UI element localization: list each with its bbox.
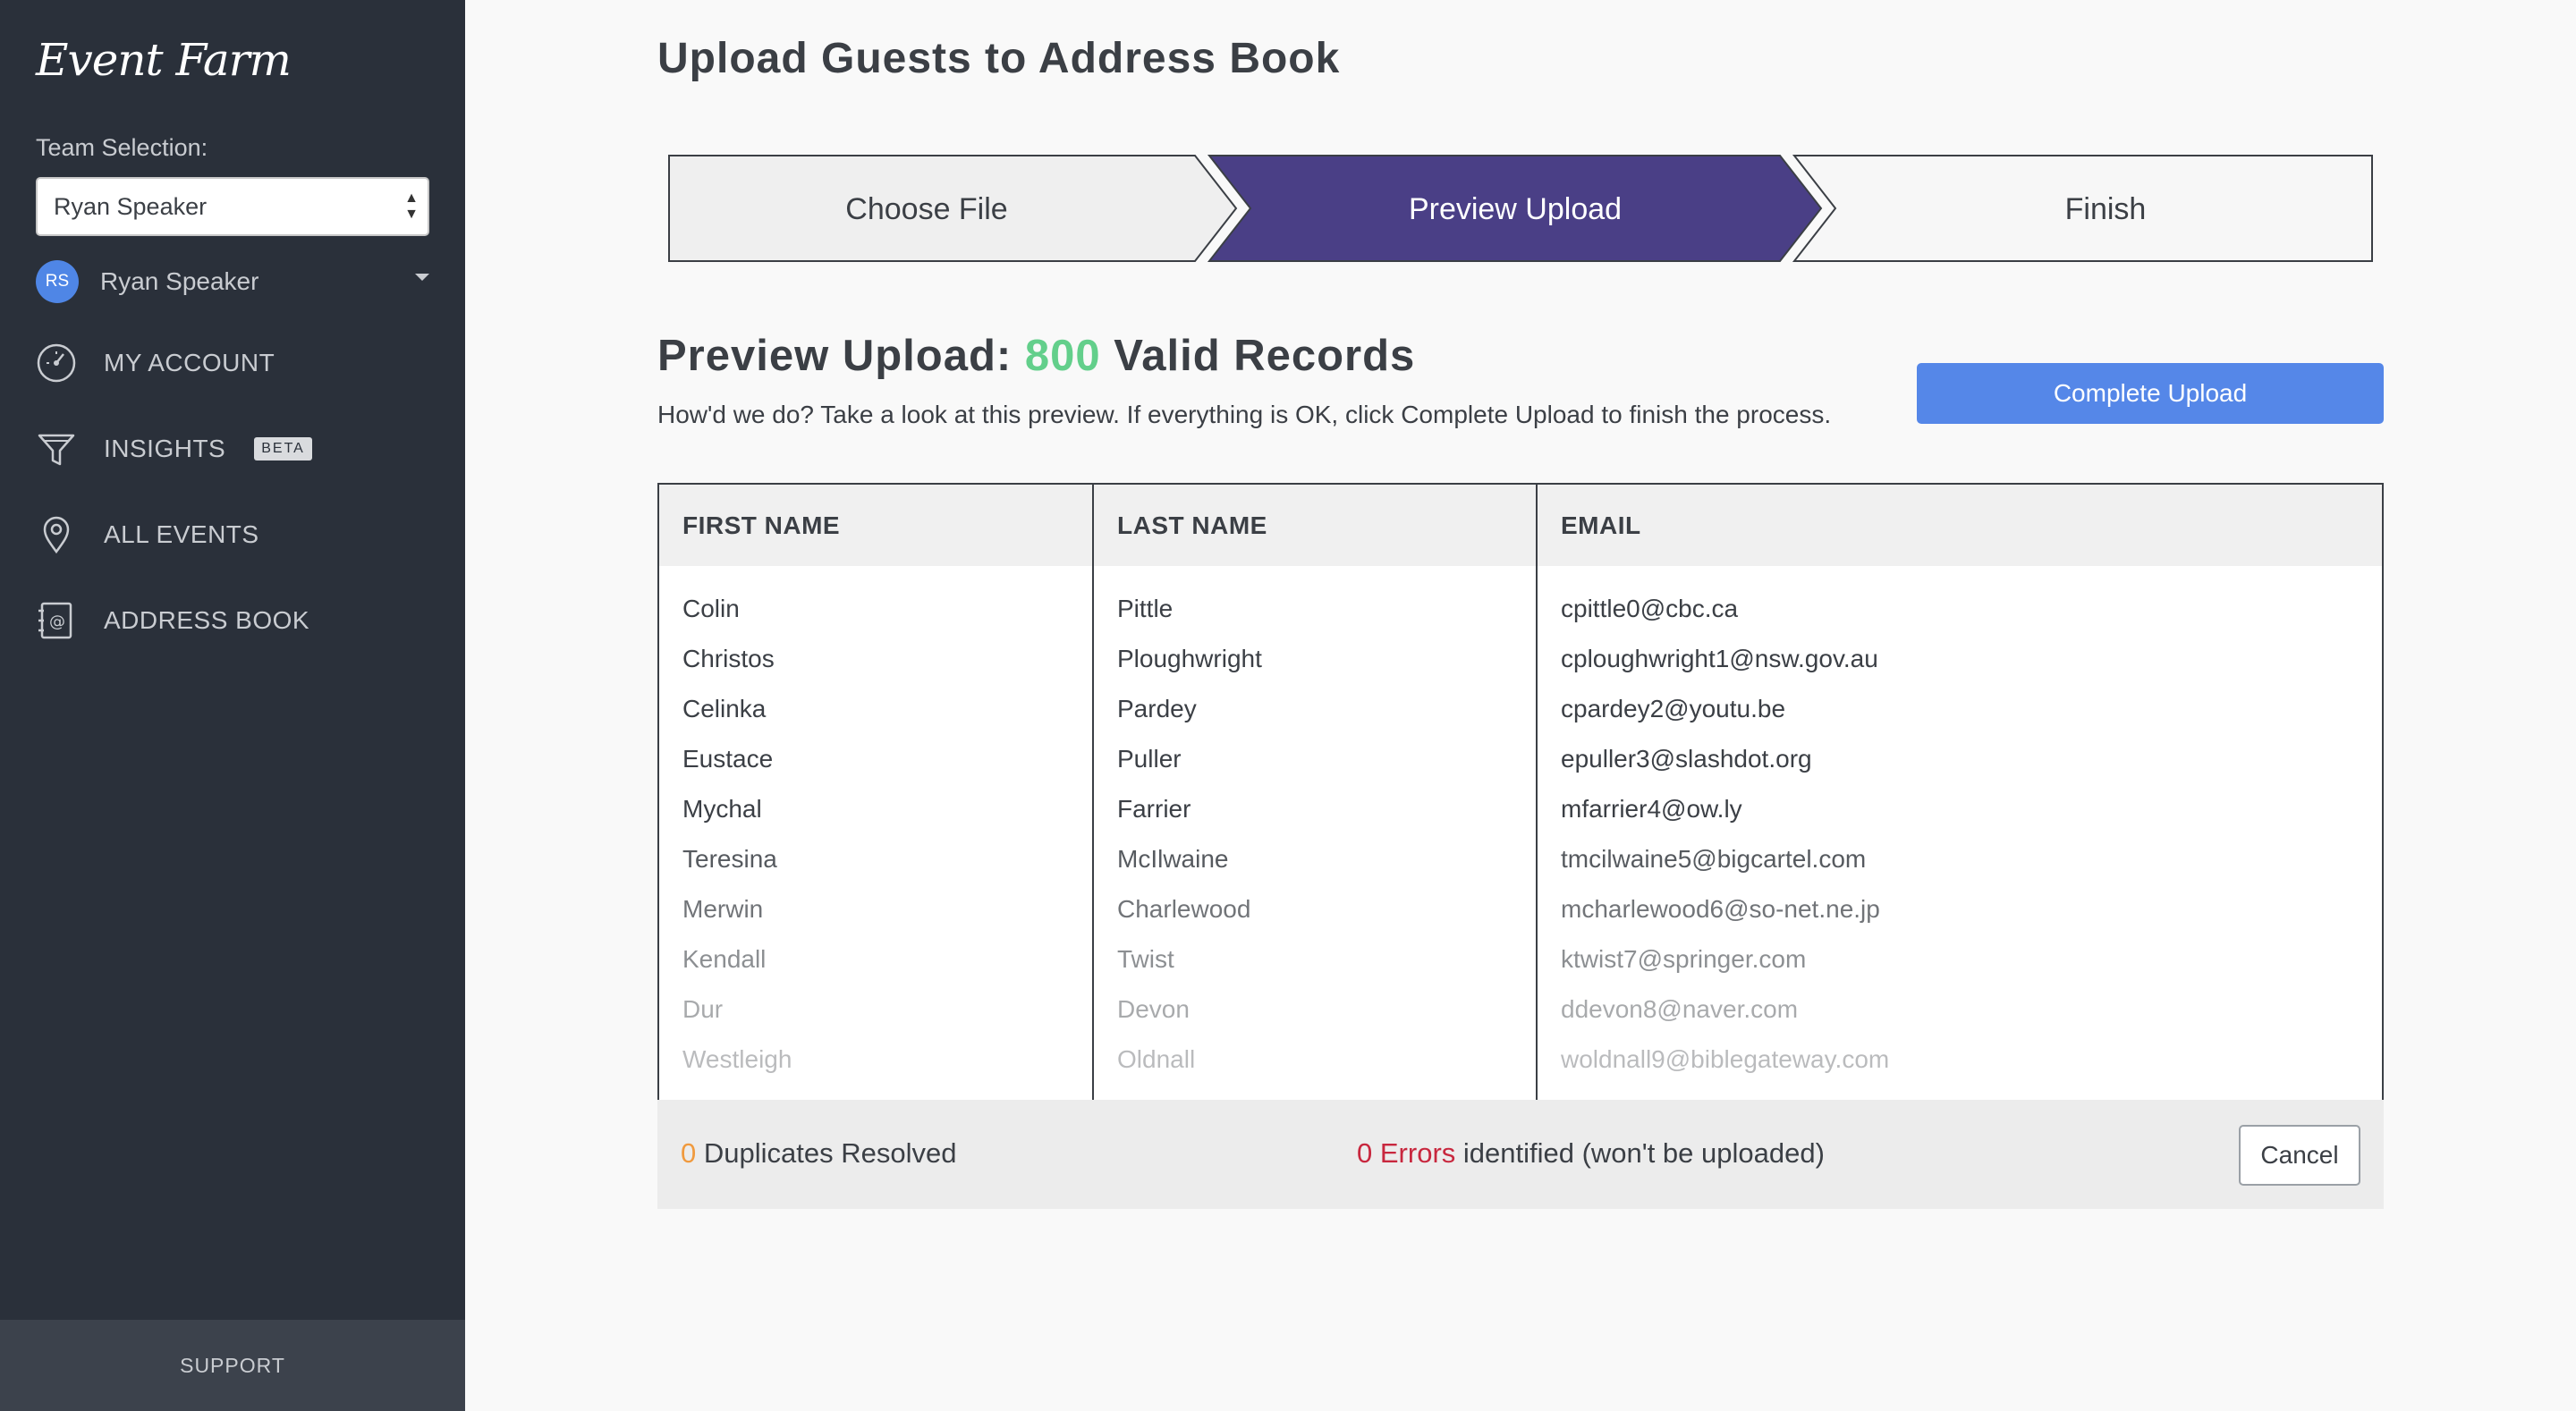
step-finish[interactable]: Finish (1792, 155, 2373, 262)
cell-email: epuller3@slashdot.org (1536, 734, 2383, 784)
cell-first-name: Celinka (682, 695, 767, 722)
nav-item-all-events[interactable]: ALL EVENTS (36, 510, 429, 560)
cell-first-name: Merwin (682, 895, 764, 923)
cell-first-name: Mychal (682, 795, 762, 823)
step-label: Preview Upload (1409, 192, 1622, 226)
preview-subtitle: How'd we do? Take a look at this preview… (657, 401, 1832, 428)
table-row: Eustace Puller epuller3@slashdot.org (658, 734, 2383, 784)
cancel-button[interactable]: Cancel (2239, 1125, 2360, 1186)
cell-email: mcharlewood6@so-net.ne.jp (1536, 884, 2383, 934)
cell-last-name: Oldnall (1092, 1035, 1537, 1101)
dashboard-gauge-icon (36, 342, 77, 384)
errors-word: Errors (1379, 1137, 1456, 1169)
nav-item-address-book[interactable]: @ ADDRESS BOOK (36, 596, 429, 646)
preview-table: FIRST NAME LAST NAME EMAIL Colin Pittle cp… (657, 483, 2384, 1102)
nav-item-my-account[interactable]: MY ACCOUNT (36, 338, 429, 388)
cell-last-name: Twist (1092, 934, 1537, 984)
funnel-icon (36, 428, 77, 469)
table-row: Westleigh Oldnall woldnall9@biblegateway.c… (658, 1035, 2383, 1101)
cell-first-name: Westleigh (682, 1044, 792, 1073)
table-row: Christos Ploughwright cploughwright1@nsw.g… (658, 634, 2383, 684)
nav-label: MY ACCOUNT (104, 349, 275, 376)
team-select-value: Ryan Speaker (54, 192, 208, 220)
column-header-email: EMAIL (1536, 484, 2383, 566)
upload-summary-bar: 0 Duplicates Resolved 0 Errors identifie… (657, 1100, 2384, 1209)
table-row: Mychal Farrier mfarrier4@ow.ly (658, 784, 2383, 834)
complete-upload-button[interactable]: Complete Upload (1917, 363, 2384, 424)
step-label: Finish (2065, 192, 2147, 226)
duplicates-summary: 0 Duplicates Resolved (681, 1137, 956, 1170)
step-label: Choose File (845, 192, 1007, 226)
map-pin-icon (36, 514, 77, 555)
cell-email: cpardey2@youtu.be (1536, 684, 2383, 734)
page-title: Upload Guests to Address Book (657, 35, 1341, 82)
cell-email: tmcilwaine5@bigcartel.com (1536, 834, 2383, 884)
column-header-first-name: FIRST NAME (658, 484, 1093, 566)
duplicates-label: Duplicates Resolved (703, 1137, 957, 1169)
table-row: Dur Devon ddevon8@naver.com (658, 984, 2383, 1035)
chevron-down-icon (415, 274, 429, 281)
team-selection-label: Team Selection: (36, 134, 208, 161)
errors-summary: 0 Errors identified (won't be uploaded) (1357, 1137, 1825, 1170)
table-row: Kendall Twist ktwist7@springer.com (658, 934, 2383, 984)
nav-label: INSIGHTS (104, 435, 226, 462)
cell-last-name: Ploughwright (1092, 634, 1537, 684)
nav-label: ALL EVENTS (104, 520, 259, 548)
table-row: Colin Pittle cpittle0@cbc.ca (658, 566, 2383, 634)
cell-first-name: Kendall (682, 945, 767, 973)
cell-first-name: Colin (682, 595, 740, 622)
select-arrows-icon: ▲ ▼ (404, 190, 419, 222)
address-book-icon: @ (36, 600, 77, 641)
cell-email: cpittle0@cbc.ca (1536, 566, 2383, 634)
cell-email: cploughwright1@nsw.gov.au (1536, 634, 2383, 684)
table-row: Teresina McIlwaine tmcilwaine5@bigcartel.c… (658, 834, 2383, 884)
beta-badge: BETA (254, 437, 312, 460)
valid-record-count: 800 (1024, 332, 1101, 380)
svg-text:@: @ (49, 613, 65, 631)
preview-heading-suffix: Valid Records (1114, 332, 1416, 380)
column-header-last-name: LAST NAME (1092, 484, 1537, 566)
team-select[interactable]: Ryan Speaker ▲ ▼ (36, 177, 429, 236)
cell-last-name: Farrier (1092, 784, 1537, 834)
table-body: Colin Pittle cpittle0@cbc.ca Christos Plough… (658, 566, 2383, 1101)
duplicates-count: 0 (681, 1137, 697, 1169)
cell-last-name: Devon (1092, 984, 1537, 1035)
cell-first-name: Teresina (682, 845, 777, 873)
cell-first-name: Eustace (682, 745, 774, 773)
table-row: Celinka Pardey cpardey2@youtu.be (658, 684, 2383, 734)
step-choose-file[interactable]: Choose File (668, 155, 1238, 262)
event-farm-logo[interactable]: Event Farm (36, 34, 292, 86)
cell-email: ktwist7@springer.com (1536, 934, 2383, 984)
user-menu[interactable]: RS Ryan Speaker (36, 259, 429, 304)
cell-last-name: Charlewood (1092, 884, 1537, 934)
cell-last-name: Pardey (1092, 684, 1537, 734)
table-row: Merwin Charlewood mcharlewood6@so-net.ne.j… (658, 884, 2383, 934)
user-name: Ryan Speaker (100, 267, 259, 295)
preview-heading: Preview Upload: 800 Valid Records (657, 331, 1415, 381)
cell-last-name: McIlwaine (1092, 834, 1537, 884)
sidebar: Event Farm Team Selection: Ryan Speaker … (0, 0, 465, 1411)
errors-label: identified (won't be uploaded) (1462, 1137, 1825, 1169)
cell-first-name: Dur (682, 995, 724, 1023)
cell-first-name: Christos (682, 645, 775, 672)
cell-email: ddevon8@naver.com (1536, 984, 2383, 1035)
cell-last-name: Pittle (1092, 566, 1537, 634)
cell-email: woldnall9@biblegateway.com (1536, 1035, 2383, 1101)
cell-email: mfarrier4@ow.ly (1536, 784, 2383, 834)
preview-heading-prefix: Preview Upload: (657, 332, 1013, 380)
nav-item-insights[interactable]: INSIGHTS BETA (36, 424, 429, 474)
nav-label: ADDRESS BOOK (104, 606, 310, 634)
upload-stepper: Choose File Preview Upload Finish (668, 155, 2373, 262)
avatar: RS (36, 260, 79, 303)
errors-count-value: 0 (1357, 1137, 1373, 1169)
table-header-row: FIRST NAME LAST NAME EMAIL (658, 484, 2383, 566)
support-link[interactable]: SUPPORT (0, 1320, 465, 1411)
errors-count: 0 Errors (1357, 1137, 1455, 1169)
step-preview-upload[interactable]: Preview Upload (1207, 155, 1823, 262)
cell-last-name: Puller (1092, 734, 1537, 784)
